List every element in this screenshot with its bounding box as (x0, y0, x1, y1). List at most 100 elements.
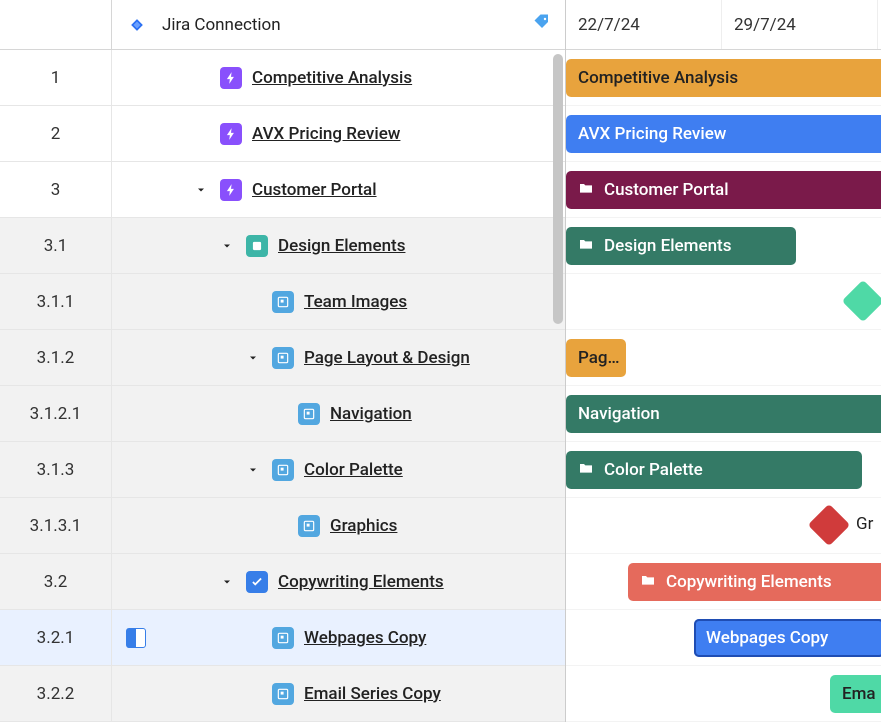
gantt-bar-label: Color Palette (604, 460, 703, 480)
gantt-bar[interactable]: Copywriting Elements (628, 563, 881, 601)
blue-type-icon (298, 403, 320, 425)
folder-icon (578, 236, 594, 257)
gantt-bar[interactable]: AVX Pricing Review (566, 115, 881, 153)
blue-type-icon (272, 683, 294, 705)
gantt-row[interactable]: Design Elements (566, 218, 881, 274)
task-name-link[interactable]: AVX Pricing Review (252, 124, 400, 144)
task-row[interactable]: 3 Customer Portal (0, 162, 565, 218)
task-row[interactable]: 3.1.2.1 Navigation (0, 386, 565, 442)
tag-icon[interactable] (533, 13, 551, 36)
task-name-link[interactable]: Color Palette (304, 460, 403, 480)
header-id-column (0, 0, 112, 49)
task-id: 3.2.2 (0, 666, 112, 721)
date-column-0[interactable]: 22/7/24 (566, 0, 722, 49)
task-name-link[interactable]: Copywriting Elements (278, 572, 444, 592)
gantt-bar[interactable]: Design Elements (566, 227, 796, 265)
task-name-link[interactable]: Webpages Copy (304, 628, 426, 648)
task-row[interactable]: 1Competitive Analysis (0, 50, 565, 106)
task-name-link[interactable]: Email Series Copy (304, 684, 441, 704)
gantt-bar-label: Design Elements (604, 236, 731, 256)
gantt-row[interactable]: Competitive Analysis (566, 50, 881, 106)
gantt-row[interactable]: Gr (566, 498, 881, 554)
gantt-header: 22/7/24 29/7/24 (566, 0, 881, 50)
task-title-cell: Color Palette (112, 442, 565, 497)
task-name-link[interactable]: Graphics (330, 516, 397, 536)
gantt-bar-label: Customer Portal (604, 180, 729, 200)
folder-icon (578, 180, 594, 201)
gantt-bar-label: Navigation (578, 404, 660, 424)
milestone-diamond-icon[interactable] (842, 280, 881, 322)
bolt-type-icon (220, 67, 242, 89)
gantt-rows[interactable]: Competitive Analysis AVX Pricing Review Cu… (566, 50, 881, 722)
gantt-bar-label: Ema (842, 684, 876, 704)
task-id: 3.1.3 (0, 442, 112, 497)
jira-icon (126, 14, 148, 36)
task-name-link[interactable]: Page Layout & Design (304, 348, 470, 368)
blue-type-icon (272, 459, 294, 481)
gantt-bar-label: AVX Pricing Review (578, 124, 726, 144)
gantt-bar[interactable]: Color Palette (566, 451, 862, 489)
chevron-down-icon[interactable] (192, 184, 210, 196)
date-column-1[interactable]: 29/7/24 (722, 0, 878, 49)
gantt-bar[interactable]: Navigation (566, 395, 881, 433)
task-id: 3.2.1 (0, 610, 112, 665)
chevron-down-icon[interactable] (244, 352, 262, 364)
task-row[interactable]: 3.2.1 Webpages Copy (0, 610, 565, 666)
gantt-row[interactable]: Copywriting Elements (566, 554, 881, 610)
gantt-row[interactable]: Navigation (566, 386, 881, 442)
gantt-row[interactable]: Color Palette (566, 442, 881, 498)
chevron-down-icon[interactable] (218, 240, 236, 252)
task-title-cell: Navigation (112, 386, 565, 441)
task-name-link[interactable]: Customer Portal (252, 180, 377, 200)
blue-type-icon (272, 627, 294, 649)
gantt-row[interactable]: Ema (566, 666, 881, 722)
task-row[interactable]: 3.1.2Page Layout & Design (0, 330, 565, 386)
chevron-down-icon[interactable] (244, 464, 262, 476)
gantt-bar[interactable]: Competitive Analysis (566, 59, 881, 97)
gantt-bar[interactable]: Pag… (566, 339, 626, 377)
gantt-row[interactable]: Webpages Copy (566, 610, 881, 666)
gantt-row[interactable] (566, 274, 881, 330)
gantt-bar[interactable]: Webpages Copy (694, 619, 881, 657)
gantt-pane: 22/7/24 29/7/24 Competitive Analysis AVX … (566, 0, 881, 722)
folder-icon (640, 572, 656, 593)
task-id: 3.2 (0, 554, 112, 609)
task-id: 3 (0, 162, 112, 217)
task-name-link[interactable]: Design Elements (278, 236, 405, 256)
check-type-icon (246, 571, 268, 593)
task-id: 2 (0, 106, 112, 161)
blue-type-icon (272, 347, 294, 369)
task-id: 3.1.2.1 (0, 386, 112, 441)
task-title-cell: Copywriting Elements (112, 554, 565, 609)
gantt-row[interactable]: Pag… (566, 330, 881, 386)
task-row[interactable]: 3.1.1Team Images (0, 274, 565, 330)
scrollbar-vertical[interactable] (551, 50, 565, 330)
task-row[interactable]: 3.1Design Elements (0, 218, 565, 274)
bolt-type-icon (220, 179, 242, 201)
gantt-bar[interactable]: Ema (830, 675, 881, 713)
task-list-header: Jira Connection (0, 0, 565, 50)
task-list-pane: Jira Connection 1Competitive Analysis2 AV… (0, 0, 566, 722)
folder-icon (578, 460, 594, 481)
chevron-down-icon[interactable] (218, 576, 236, 588)
task-row[interactable]: 2 AVX Pricing Review (0, 106, 565, 162)
bolt-type-icon (220, 123, 242, 145)
task-row[interactable]: 3.2 Copywriting Elements (0, 554, 565, 610)
gantt-row[interactable]: Customer Portal (566, 162, 881, 218)
task-name-link[interactable]: Team Images (304, 292, 407, 312)
gantt-bar[interactable]: Customer Portal (566, 171, 881, 209)
task-row[interactable]: 3.2.2 Email Series Copy (0, 666, 565, 722)
task-title-cell: Graphics (112, 498, 565, 553)
task-name-link[interactable]: Navigation (330, 404, 412, 424)
gantt-bar-label: Webpages Copy (706, 628, 828, 648)
teal-type-icon (246, 235, 268, 257)
task-title-cell: Competitive Analysis (112, 50, 565, 105)
task-name-link[interactable]: Competitive Analysis (252, 68, 412, 88)
task-row[interactable]: 3.1.3 Color Palette (0, 442, 565, 498)
selection-marker-icon (126, 628, 146, 648)
gantt-app: Jira Connection 1Competitive Analysis2 AV… (0, 0, 881, 722)
task-title-cell: Team Images (112, 274, 565, 329)
task-row[interactable]: 3.1.3.1Graphics (0, 498, 565, 554)
gantt-row[interactable]: AVX Pricing Review (566, 106, 881, 162)
milestone-diamond-icon[interactable] (808, 504, 850, 546)
